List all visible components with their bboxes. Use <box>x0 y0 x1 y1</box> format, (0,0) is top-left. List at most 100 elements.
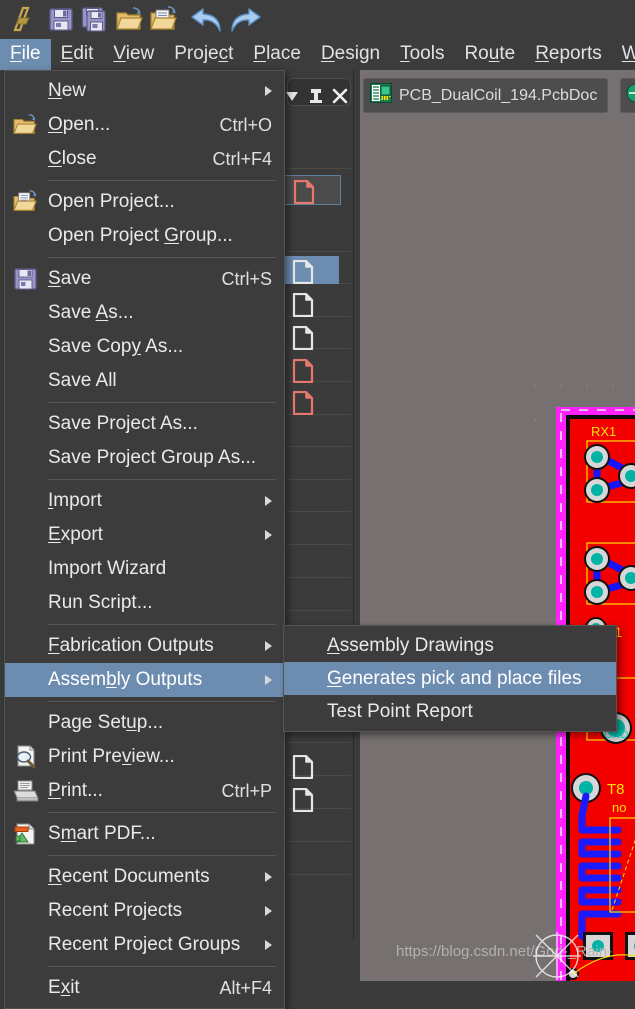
chevron-right-icon <box>265 675 272 685</box>
watermark-logo-icon <box>529 928 585 984</box>
menubar-item-tools[interactable]: Tools <box>390 39 454 70</box>
save-icon[interactable] <box>44 2 78 36</box>
open-folder-icon[interactable] <box>112 2 146 36</box>
list-item[interactable] <box>283 355 339 384</box>
document-tab-secondary[interactable] <box>620 78 635 113</box>
menu-item-label: Save Project Group As... <box>48 447 257 468</box>
list-item[interactable] <box>283 784 339 813</box>
menu-item-recent-project-groups[interactable]: Recent Project Groups <box>5 928 284 962</box>
open-folder-icon <box>13 113 39 137</box>
panel-row-separator <box>287 251 351 252</box>
menubar-item-reports[interactable]: Reports <box>525 39 612 70</box>
menu-item-save-project-as[interactable]: Save Project As... <box>5 407 284 441</box>
menu-item-label: Import <box>48 490 102 511</box>
menu-item-label: Recent Documents <box>48 866 210 887</box>
menu-item-fabrication-outputs[interactable]: Fabrication Outputs <box>5 629 284 663</box>
menu-item-export[interactable]: Export <box>5 518 284 552</box>
menu-item-save-all[interactable]: Save All <box>5 364 284 398</box>
save-icon <box>13 267 39 291</box>
document-tab-label: PCB_DualCoil_194.PcbDoc <box>399 86 598 104</box>
menubar-item-edit[interactable]: Edit <box>51 39 104 70</box>
document-icon <box>292 259 314 289</box>
menu-separator <box>48 855 276 856</box>
menu-item-label: Recent Projects <box>48 900 183 921</box>
menubar-item-place[interactable]: Place <box>243 39 311 70</box>
redo-icon[interactable] <box>224 2 262 36</box>
pin-icon[interactable] <box>306 85 326 107</box>
menu-separator <box>48 812 276 813</box>
menu-item-print[interactable]: Print... Ctrl+P <box>5 774 284 808</box>
menu-item-page-setup[interactable]: Page Setup... <box>5 706 284 740</box>
menu-item-print-preview[interactable]: Print Preview... <box>5 740 284 774</box>
menu-item-label: Exit <box>48 977 80 998</box>
menu-item-label: Open Project... <box>48 191 175 212</box>
menu-item-save[interactable]: Save Ctrl+S <box>5 262 284 296</box>
menu-item-accelerator: Ctrl+O <box>219 114 272 135</box>
menu-item-recent-documents[interactable]: Recent Documents <box>5 860 284 894</box>
menu-item-accelerator: Ctrl+F4 <box>212 148 272 169</box>
panel-row-separator <box>287 479 351 480</box>
submenu-item-generates-pick-and-place-files[interactable]: Generates pick and place files <box>284 662 616 695</box>
menu-item-save-copy-as[interactable]: Save Copy As... <box>5 330 284 364</box>
print-preview-icon <box>13 745 39 769</box>
list-item[interactable] <box>283 289 339 318</box>
pcb-canvas[interactable]: RX1 GND T8 no <box>360 70 635 981</box>
menu-item-save-as[interactable]: Save As... <box>5 296 284 330</box>
list-item[interactable] <box>283 256 339 285</box>
list-item[interactable] <box>283 751 339 780</box>
menu-item-label: Smart PDF... <box>48 823 156 844</box>
menu-item-label: Open... <box>48 114 111 135</box>
menu-item-exit[interactable]: Exit Alt+F4 <box>5 971 284 1005</box>
menu-item-open[interactable]: Open... Ctrl+O <box>5 108 284 142</box>
menu-item-label: Save All <box>48 370 117 391</box>
menu-item-recent-projects[interactable]: Recent Projects <box>5 894 284 928</box>
panel-row-separator <box>287 511 351 512</box>
menu-item-import[interactable]: Import <box>5 484 284 518</box>
menu-item-smart-pdf[interactable]: Smart PDF... <box>5 817 284 851</box>
panel-row-separator <box>287 610 351 611</box>
save-all-icon[interactable] <box>78 2 112 36</box>
menu-item-label: Fabrication Outputs <box>48 635 214 656</box>
menu-item-label: Recent Project Groups <box>48 934 241 955</box>
menu-item-save-project-group-as[interactable]: Save Project Group As... <box>5 441 284 475</box>
menu-item-close[interactable]: Close Ctrl+F4 <box>5 142 284 176</box>
menubar-item-file[interactable]: File <box>0 38 51 70</box>
menu-item-open-project[interactable]: Open Project... <box>5 185 284 219</box>
menu-item-run-script[interactable]: Run Script... <box>5 586 284 620</box>
chevron-right-icon <box>265 940 272 950</box>
altium-logo-icon[interactable] <box>6 2 40 36</box>
menu-item-accelerator: Ctrl+P <box>221 780 272 801</box>
document-icon <box>292 390 314 420</box>
chevron-right-icon <box>265 496 272 506</box>
open-project-icon[interactable] <box>146 2 180 36</box>
menubar-item-view[interactable]: View <box>103 39 164 70</box>
panel-row-separator <box>287 446 351 447</box>
menu-item-label: Save Project As... <box>48 413 198 434</box>
panel-row-separator <box>287 841 351 842</box>
menubar-item-route[interactable]: Route <box>454 39 525 70</box>
submenu-item-test-point-report[interactable]: Test Point Report <box>284 695 616 728</box>
menu-item-label: Save Copy As... <box>48 336 184 357</box>
menubar-item-project[interactable]: Project <box>164 39 243 70</box>
menu-item-label: Export <box>48 524 103 545</box>
menu-item-assembly-outputs[interactable]: Assembly Outputs <box>5 663 284 697</box>
menu-item-new[interactable]: New <box>5 74 284 108</box>
list-item[interactable] <box>283 322 339 351</box>
document-icon <box>292 754 314 784</box>
close-icon[interactable] <box>330 85 350 107</box>
submenu-item-assembly-drawings[interactable]: Assembly Drawings <box>284 629 616 662</box>
menubar-item-design[interactable]: Design <box>311 39 390 70</box>
dropdown-arrow-icon[interactable] <box>282 85 302 107</box>
menu-item-import-wizard[interactable]: Import Wizard <box>5 552 284 586</box>
menu-item-label: Page Setup... <box>48 712 164 733</box>
chevron-right-icon <box>265 530 272 540</box>
menu-item-open-project-group[interactable]: Open Project Group... <box>5 219 284 253</box>
menubar-item-windo[interactable]: Windo <box>612 39 635 70</box>
undo-icon[interactable] <box>186 2 224 36</box>
schematic-document-icon <box>626 83 635 108</box>
list-item[interactable] <box>283 387 339 416</box>
list-item[interactable] <box>283 175 341 205</box>
document-tab-pcb[interactable]: PCB_DualCoil_194.PcbDoc <box>363 78 609 113</box>
panel-row-separator <box>287 742 351 743</box>
menu-item-label: Print Preview... <box>48 746 175 767</box>
